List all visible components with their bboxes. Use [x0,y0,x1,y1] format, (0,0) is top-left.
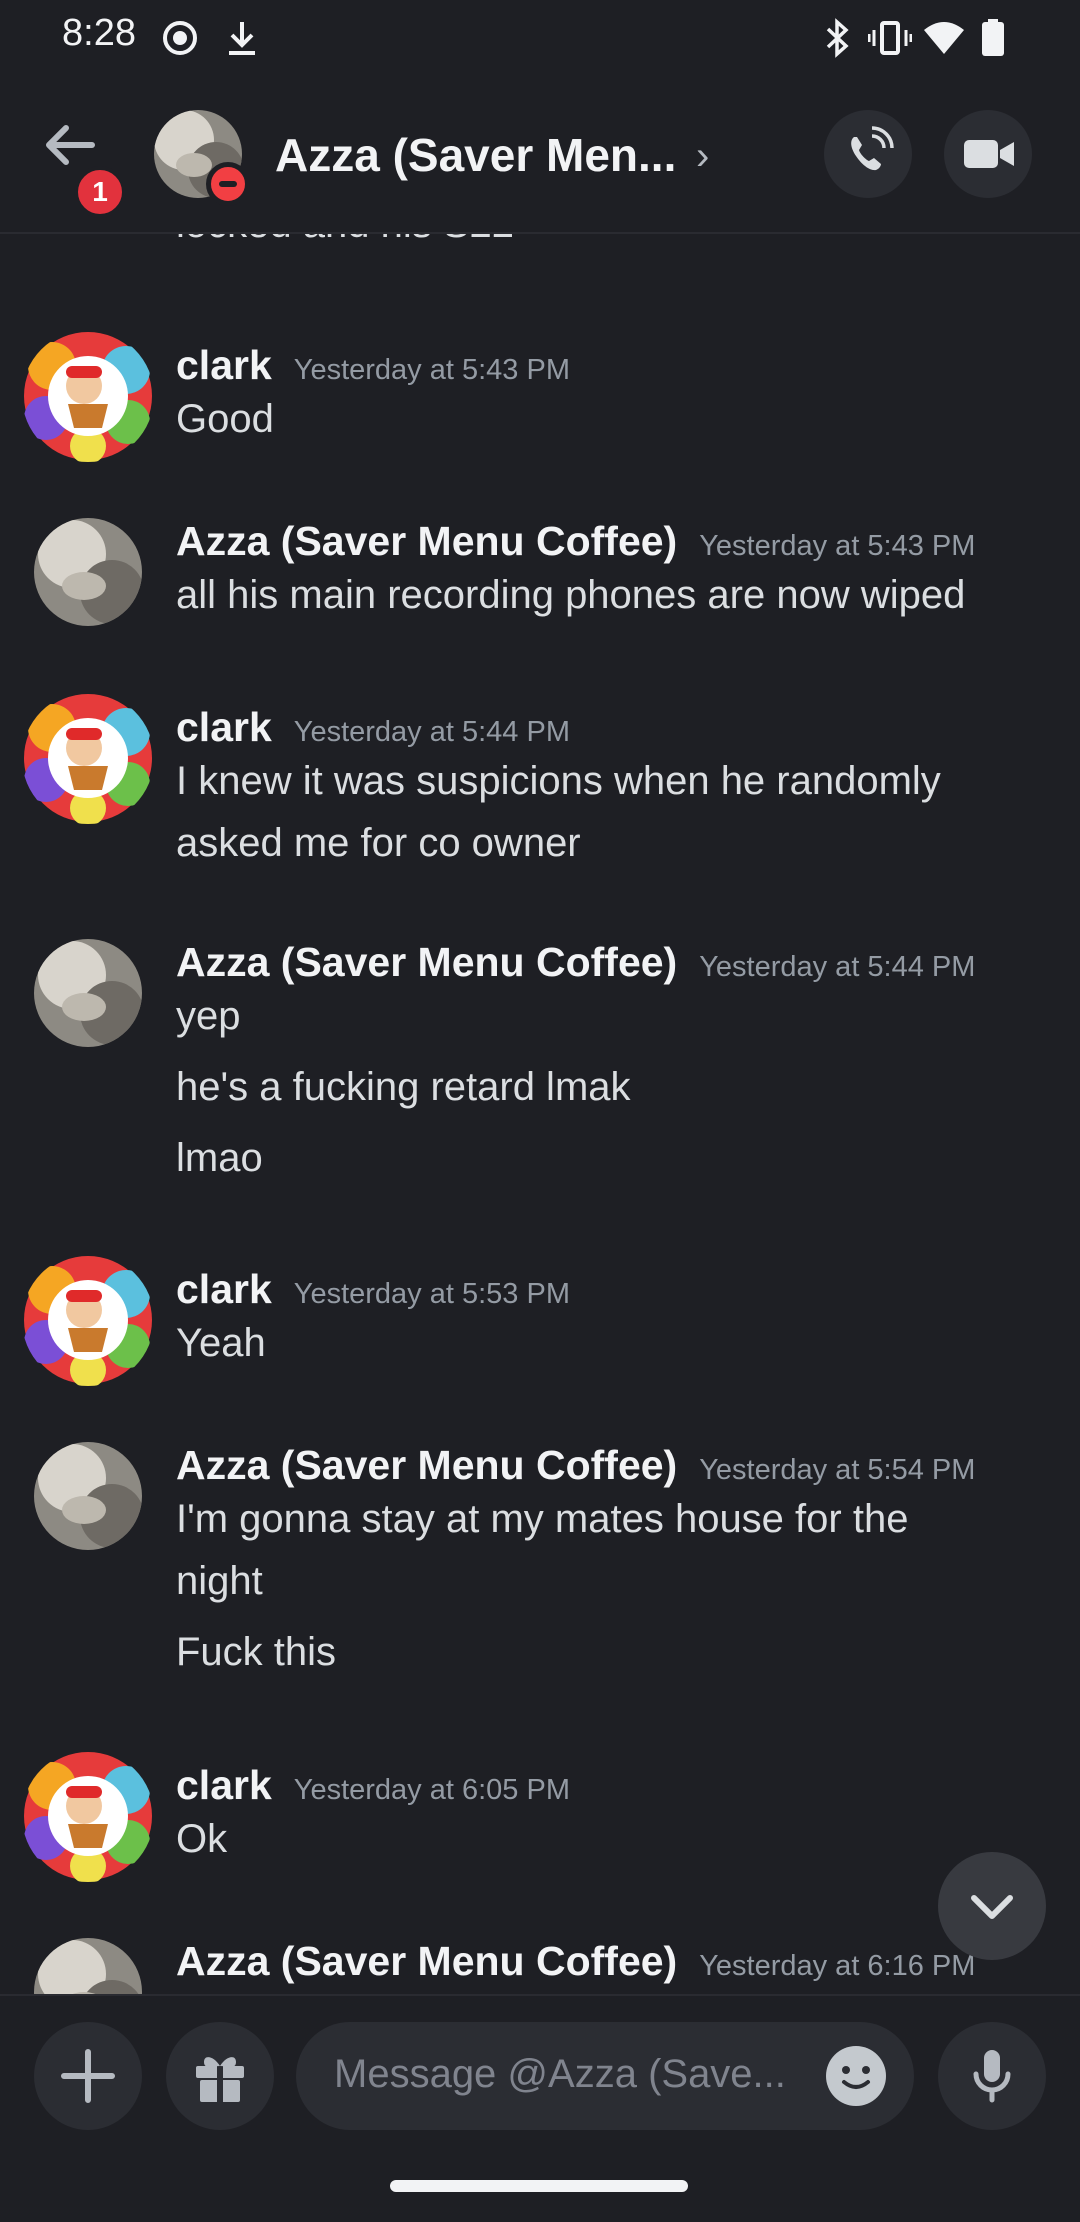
plus-icon [61,2049,115,2103]
avatar-image [24,332,152,462]
message-text: I knew it was suspicions when he randoml… [176,759,941,803]
gift-icon [196,2057,244,2102]
video-camera-icon [964,140,1014,168]
avatar[interactable] [22,330,154,462]
avatar-image [34,518,142,626]
video-call-button[interactable] [944,110,1032,198]
avatar-image [34,1442,142,1550]
phone-icon [851,126,894,171]
chat-header: 1 Azza (Saver Men... › [0,76,1080,234]
avatar[interactable] [34,1442,142,1550]
avatar-image [24,1256,152,1386]
home-indicator[interactable] [390,2180,688,2192]
message-input[interactable]: Message @Azza (Save... [296,2022,914,2130]
message-author[interactable]: clark Yesterday at 5:44 PM [176,704,570,751]
message-timestamp: Yesterday at 5:53 PM [293,1278,570,1310]
screen-record-icon [163,21,197,55]
message-text: night [176,1559,263,1603]
message-text: Yeah [176,1321,266,1365]
wifi-icon [924,22,964,54]
status-time: 8:28 [62,12,136,54]
avatar[interactable] [22,692,154,824]
jump-to-present-button[interactable] [938,1852,1046,1960]
avatar-image [34,939,142,1047]
message-text: Ok [176,1817,228,1861]
message-timestamp: Yesterday at 5:43 PM [293,354,570,386]
message-text: Fuck this [176,1630,337,1674]
message-text: lmao [176,1136,263,1180]
message-text: asked me for co owner [176,821,581,865]
message-author[interactable]: Azza (Saver Menu Coffee) Yesterday at 5:4… [176,939,975,986]
battery-icon [982,19,1004,56]
message-timestamp: Yesterday at 5:54 PM [699,1454,976,1486]
message-list[interactable]: locked and his S22+ clarkYesterday at 5:… [0,232,1080,1994]
chevron-down-icon [971,1895,1013,1919]
message-timestamp: Yesterday at 6:16 PM [699,1950,976,1982]
avatar[interactable] [34,518,142,626]
smiley-icon [842,2066,870,2089]
voice-message-button[interactable] [938,2022,1046,2130]
gift-button[interactable] [166,2022,274,2130]
vibrate-icon [868,21,912,55]
message-author[interactable]: clark Yesterday at 5:43 PM [176,342,570,389]
message-text: he's a fucking retard lmak [176,1065,631,1109]
avatar[interactable] [34,1938,142,1994]
avatar[interactable] [22,1750,154,1882]
message-text: I'm gonna stay at my mates house for the [176,1497,909,1541]
avatar[interactable] [34,939,142,1047]
avatar-image [34,1938,142,1994]
download-icon [229,22,255,55]
status-bar: 8:28 [0,0,1080,76]
message-text: Good [176,397,274,441]
page-title[interactable]: Azza (Saver Men... [275,128,676,182]
message-text: all his main recording phones are now wi… [176,573,966,617]
message-timestamp: Yesterday at 5:43 PM [699,530,976,562]
do-not-disturb-status-icon [206,162,250,206]
avatar-image [24,1752,152,1882]
message-author[interactable]: clark Yesterday at 6:05 PM [176,1762,570,1809]
message-text: locked and his S22+ [176,232,537,247]
message-input-placeholder: Message @Azza (Save... [334,2052,786,2096]
message-author[interactable]: Azza (Saver Menu Coffee) Yesterday at 5:5… [176,1442,975,1489]
message-timestamp: Yesterday at 5:44 PM [699,951,976,983]
message-text: yep [176,994,241,1038]
add-attachment-button[interactable] [34,2022,142,2130]
message-timestamp: Yesterday at 5:44 PM [293,716,570,748]
arrow-left-icon [46,125,95,165]
bluetooth-icon [826,18,849,58]
avatar-image [24,694,152,824]
unread-badge: 1 [74,166,126,218]
chevron-right-icon[interactable]: › [696,134,709,179]
emoji-picker-button[interactable] [826,2046,886,2106]
message-author[interactable]: Azza (Saver Menu Coffee) Yesterday at 6:1… [176,1938,975,1985]
message-timestamp: Yesterday at 6:05 PM [293,1774,570,1806]
voice-call-button[interactable] [824,110,912,198]
message-author[interactable]: clark Yesterday at 5:53 PM [176,1266,570,1313]
microphone-icon [973,2050,1011,2103]
avatar[interactable] [22,1254,154,1386]
message-author[interactable]: Azza (Saver Menu Coffee) Yesterday at 5:4… [176,518,975,565]
